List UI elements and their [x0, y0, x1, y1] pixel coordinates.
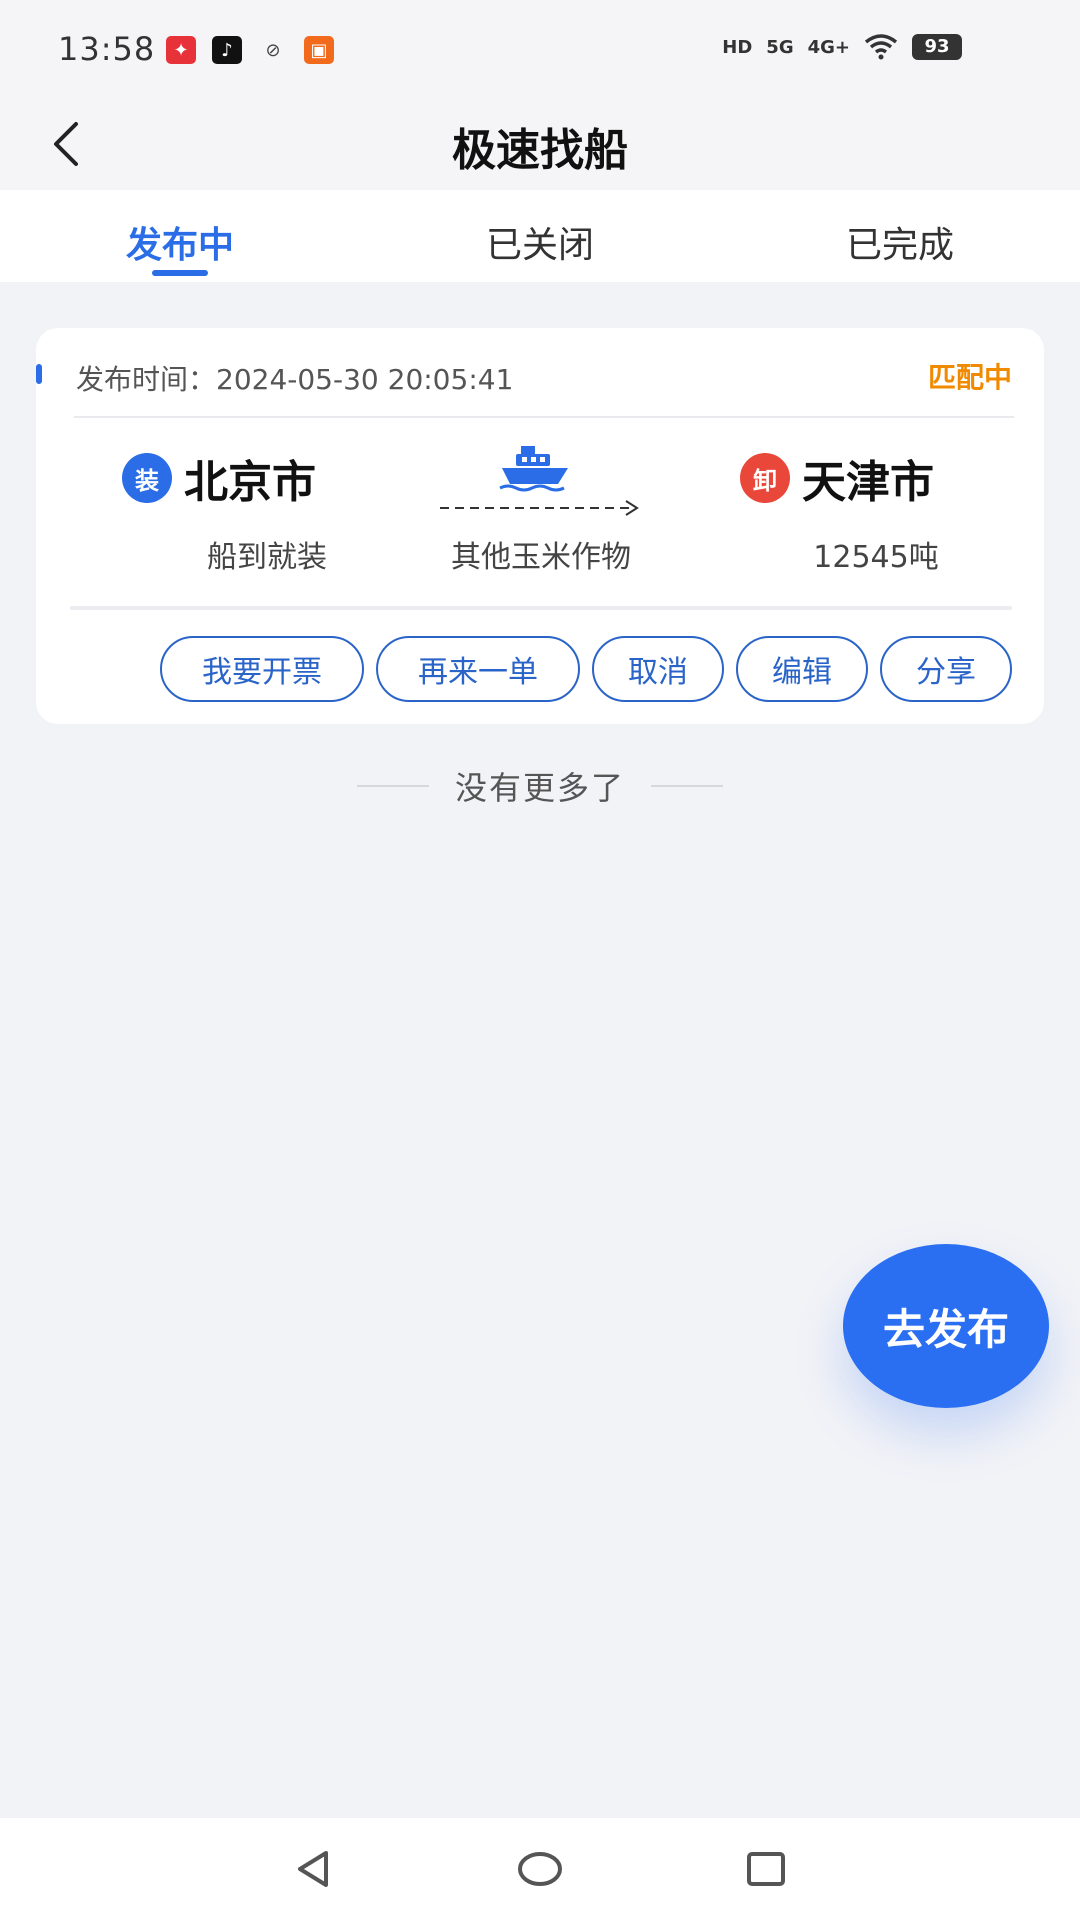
- signal-4g-icon: 4G+: [807, 36, 850, 58]
- load-city-name: 北京市: [184, 457, 316, 508]
- load-note: 船到就装: [207, 540, 327, 575]
- unload-city: 卸 天津市: [740, 446, 934, 510]
- system-recents-button[interactable]: [738, 1841, 794, 1897]
- system-home-button[interactable]: [512, 1841, 568, 1897]
- route-arrow: [436, 438, 646, 528]
- tab-bar: 发布中 已关闭 已完成: [0, 190, 1080, 282]
- divider: [70, 606, 1012, 610]
- circle-home-icon: [518, 1852, 562, 1886]
- ship-icon: [440, 446, 639, 516]
- status-time: 13:58: [58, 30, 156, 68]
- share-button[interactable]: 分享: [880, 636, 1012, 702]
- notification-icons: ✦ ♪ ⊘ ▣: [166, 36, 334, 64]
- order-card[interactable]: 发布时间：2024-05-30 20:05:41 匹配中 装 北京市 船到就装 …: [36, 328, 1044, 724]
- tab-label: 已关闭: [485, 225, 594, 266]
- publish-fab[interactable]: 去发布: [843, 1244, 1049, 1408]
- cancel-button[interactable]: 取消: [592, 636, 724, 702]
- system-icons: HD 5G 4G+ 93: [722, 34, 962, 60]
- hd-indicator: HD: [722, 36, 753, 58]
- tab-closed[interactable]: 已关闭: [360, 190, 720, 282]
- nav-bar: 极速找船: [0, 100, 1080, 190]
- wifi-icon: [864, 34, 898, 60]
- status-badge: 匹配中: [927, 361, 1012, 394]
- card-marker: [36, 364, 42, 384]
- divider: [356, 785, 429, 787]
- system-nav-bar: [0, 1818, 1080, 1920]
- unload-badge: 卸: [740, 453, 790, 503]
- list-end-indicator: 没有更多了: [0, 764, 1080, 808]
- card-actions: 我要开票 再来一单 取消 编辑 分享: [160, 636, 1012, 702]
- tab-publishing[interactable]: 发布中: [0, 190, 360, 282]
- cargo-type: 其他玉米作物: [451, 540, 631, 575]
- status-bar: 13:58 ✦ ♪ ⊘ ▣ HD 5G 4G+ 93: [0, 0, 1080, 100]
- app-red-icon: ✦: [166, 36, 196, 64]
- list-end-text: 没有更多了: [454, 769, 625, 807]
- cargo-weight: 12545吨: [813, 540, 939, 575]
- publish-time: 发布时间：2024-05-30 20:05:41: [76, 363, 514, 396]
- battery-icon: 93: [912, 34, 962, 60]
- unload-city-name: 天津市: [802, 457, 934, 508]
- load-badge: 装: [122, 453, 172, 503]
- tab-label: 已完成: [845, 225, 954, 266]
- edit-button[interactable]: 编辑: [736, 636, 868, 702]
- orange-app-icon: ▣: [304, 36, 334, 64]
- tiktok-icon: ♪: [212, 36, 242, 64]
- system-back-button[interactable]: [286, 1841, 342, 1897]
- triangle-back-icon: [298, 1851, 328, 1887]
- page-title: 极速找船: [452, 125, 628, 176]
- tab-label: 发布中: [125, 225, 234, 266]
- divider: [651, 785, 723, 787]
- tab-active-indicator: [152, 270, 208, 276]
- signal-5g-icon: 5G: [766, 36, 794, 58]
- load-city: 装 北京市: [122, 446, 316, 510]
- leaf-app-icon: ⊘: [265, 39, 281, 61]
- divider: [74, 416, 1014, 418]
- square-recents-icon: [747, 1852, 785, 1886]
- invoice-button[interactable]: 我要开票: [160, 636, 364, 702]
- tab-completed[interactable]: 已完成: [720, 190, 1080, 282]
- reorder-button[interactable]: 再来一单: [376, 636, 580, 702]
